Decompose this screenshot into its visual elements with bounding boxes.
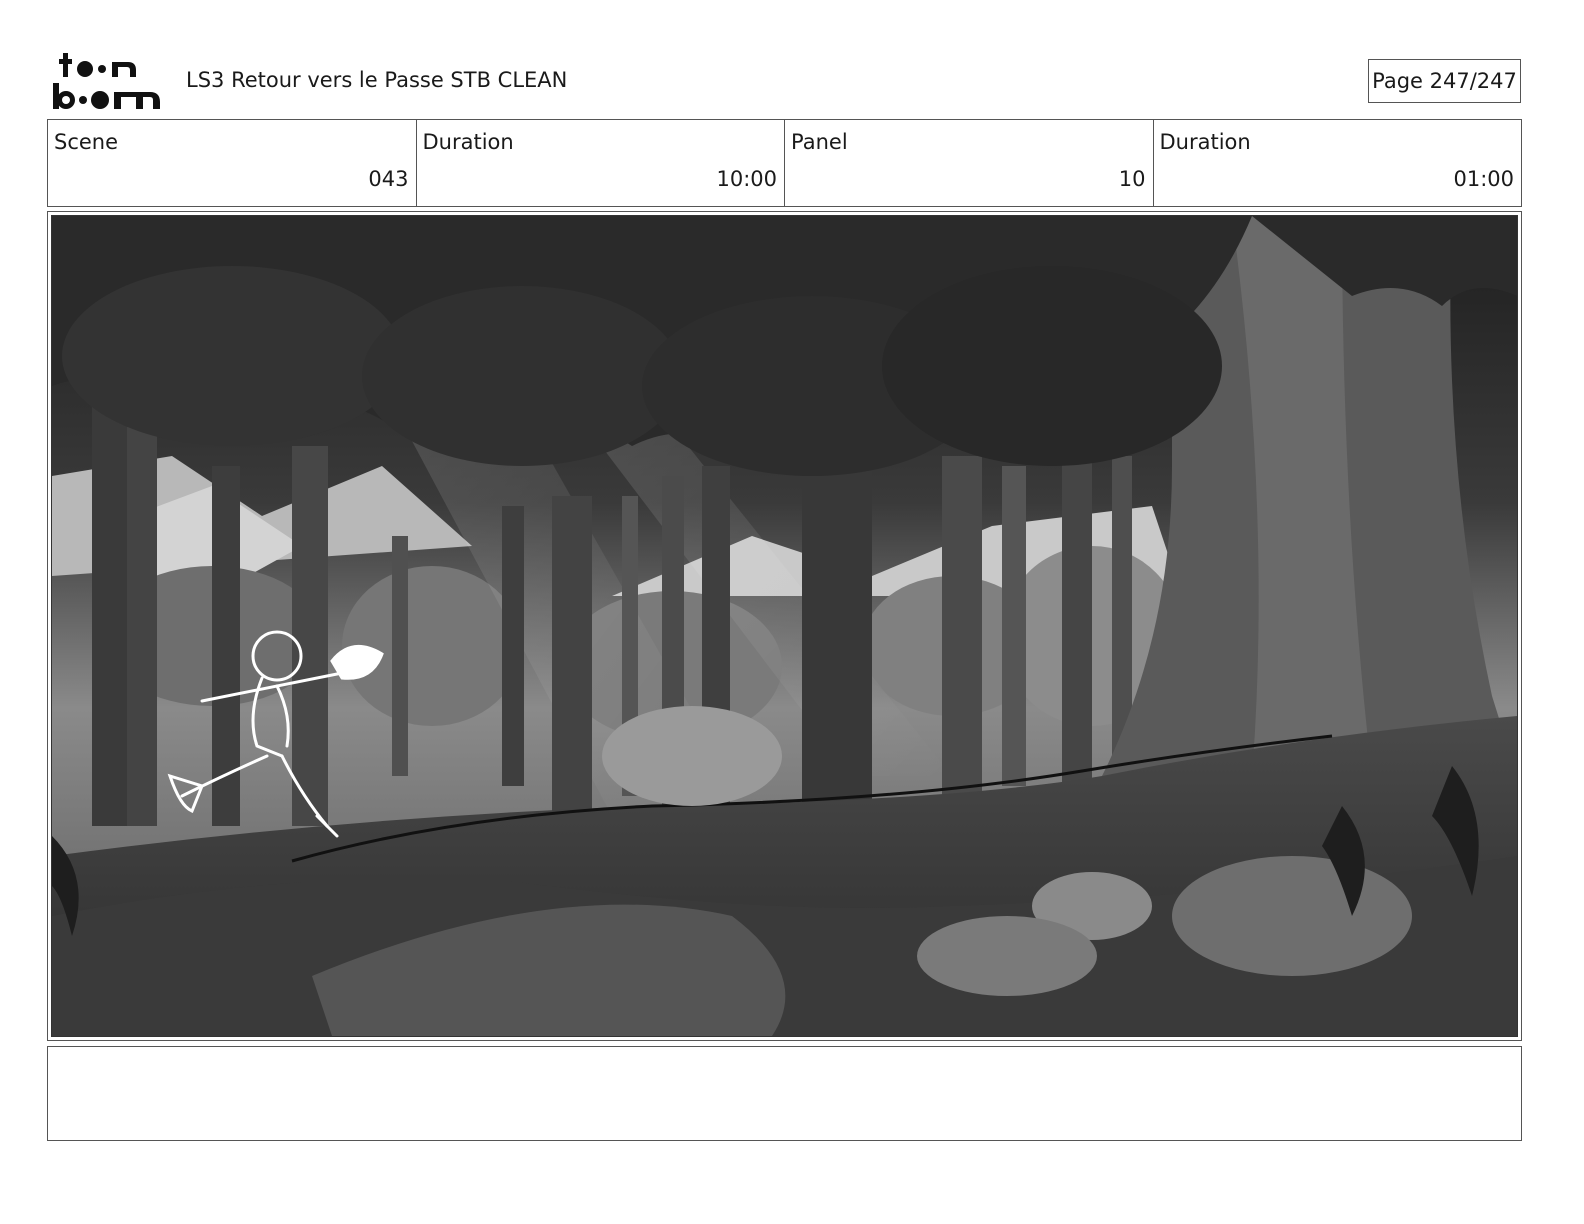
scene-duration-cell: Duration 10:00 [417,120,785,206]
panel-cell: Panel 10 [785,120,1154,206]
panel-duration-label: Duration [1159,130,1251,154]
panel-value: 10 [1118,167,1146,191]
scene-duration-label: Duration [422,130,514,154]
panel-notes-box [47,1046,1522,1141]
panel-duration-value: 01:00 [1453,167,1514,191]
panel-image [51,215,1518,1037]
scene-cell: Scene 043 [48,120,417,206]
scene-value: 043 [368,167,409,191]
document-title: LS3 Retour vers le Passe STB CLEAN [186,68,568,92]
panel-duration-cell: Duration 01:00 [1154,120,1522,206]
toonboom-logo [50,50,162,112]
scene-duration-value: 10:00 [716,167,777,191]
panel-label: Panel [791,130,848,154]
scene-label: Scene [54,130,119,154]
page-number: Page 247/247 [1368,59,1521,103]
scene-info-table: Scene 043 Duration 10:00 Panel 10 Durati… [47,119,1522,207]
